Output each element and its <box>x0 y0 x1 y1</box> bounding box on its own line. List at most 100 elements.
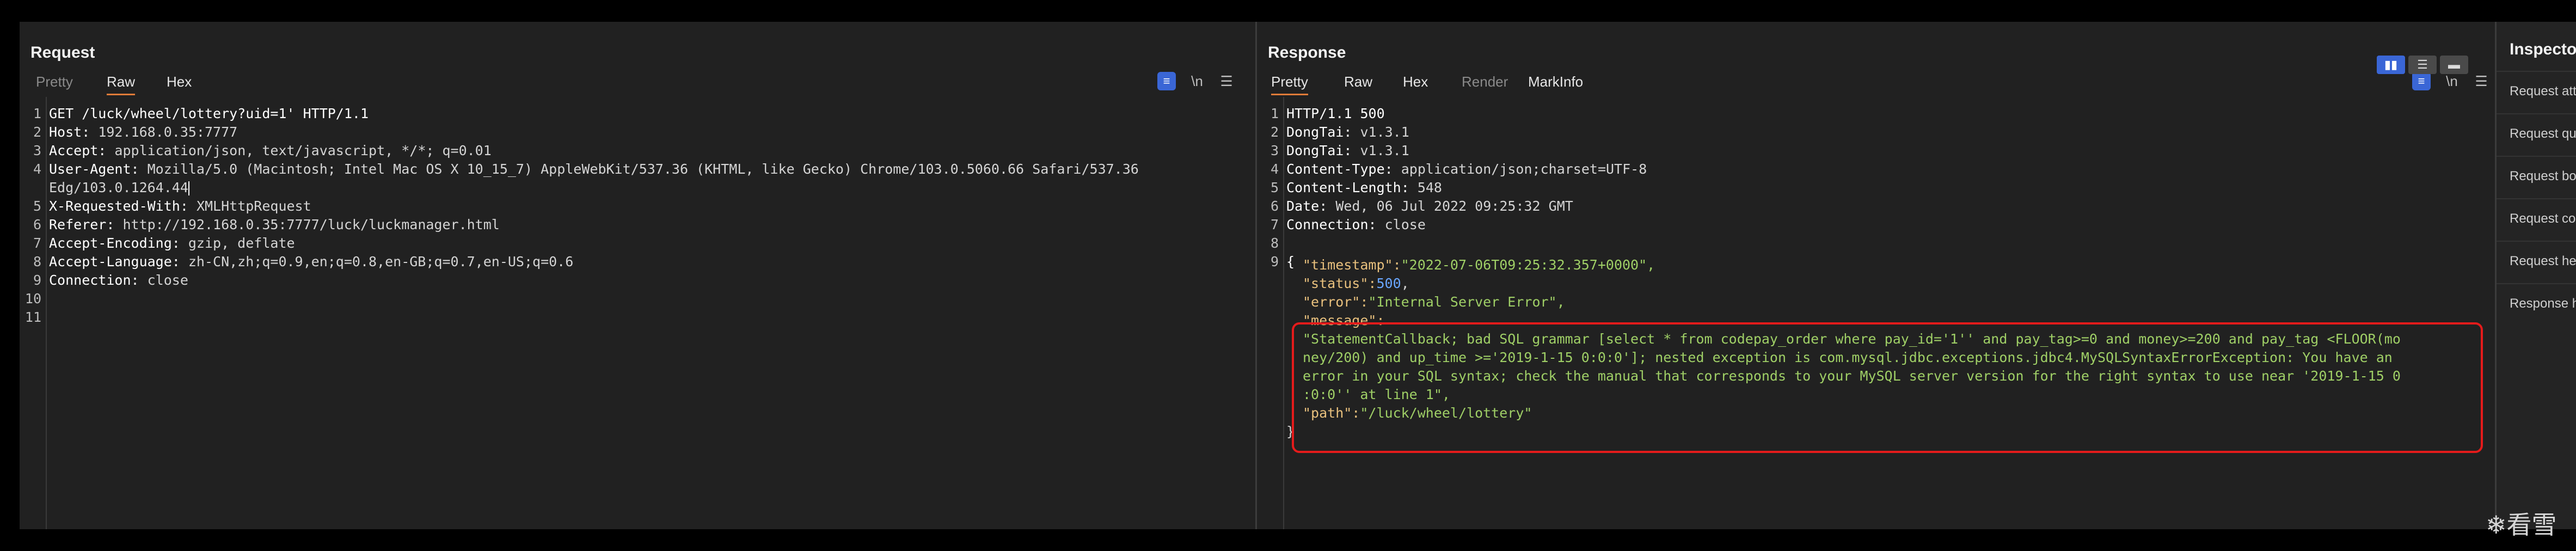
tab-response-render[interactable]: Render <box>1462 70 1508 94</box>
json-key: "error": <box>1303 294 1369 310</box>
inspector-item[interactable]: Request body parameters <box>2497 156 2576 198</box>
tab-response-pretty[interactable]: Pretty <box>1271 70 1308 95</box>
tab-request-pretty[interactable]: Pretty <box>36 70 73 94</box>
editor-line: DongTai: v1.3.1 <box>1286 124 1409 140</box>
json-message-line-4: :0:0'' at line 1", <box>1303 387 1450 402</box>
request-editor[interactable]: 1 2 3 4 5 6 7 8 9 10 11 GET /luck/wheel/lottery?ui… <box>20 97 1255 529</box>
json-close-brace: } <box>1286 424 1295 439</box>
line-number: 7 <box>1270 217 1279 232</box>
header-name: GET /luck/wheel/lottery?uid=1' HTTP/1.1 <box>49 106 369 121</box>
json-value: 500 <box>1376 276 1401 291</box>
json-value: "Internal Server Error", <box>1368 294 1565 310</box>
menu-icon[interactable]: ☰ <box>1217 72 1236 90</box>
header-name: Connection: <box>1286 217 1385 232</box>
request-pane: Request Pretty Raw Hex ≡ \n ☰ 1234567891… <box>20 22 1257 529</box>
editor-line: Accept: application/json, text/javascrip… <box>49 143 492 158</box>
header-value: zh-CN,zh;q=0.9,en;q=0.8,en-GB;q=0.7,en-U… <box>188 254 574 270</box>
header-value: http://192.168.0.35:7777/luck/luckmanage… <box>122 217 500 232</box>
editor-line: Edg/103.0.1264.44 <box>49 180 189 195</box>
inspector-item[interactable]: Request headers <box>2497 241 2576 283</box>
json-timestamp: "timestamp":"2022-07-06T09:25:32.357+000… <box>1303 257 1655 273</box>
header-name: HTTP/1.1 500 <box>1286 106 1385 121</box>
wrap-icon[interactable]: ≡ <box>1157 72 1176 90</box>
response-editor[interactable]: 123456789 HTTP/1.1 500 DongTai: v1.3.1 Don… <box>1257 97 2495 529</box>
line-number: 6 <box>33 217 41 232</box>
header-value: v1.3.1 <box>1360 143 1409 158</box>
editor-line: User-Agent: Mozilla/5.0 (Macintosh; Inte… <box>49 161 1139 177</box>
inspector-item[interactable]: Response headers <box>2497 283 2576 326</box>
header-value: Edg/103.0.1264.44 <box>49 180 188 195</box>
line-number: 9 <box>33 272 41 288</box>
json-status: "status":500, <box>1303 276 1409 291</box>
menu-icon[interactable]: ☰ <box>2472 72 2491 90</box>
header-name: Host: <box>49 124 99 140</box>
editor-line: GET /luck/wheel/lottery?uid=1' HTTP/1.1 <box>49 106 369 121</box>
inspector-item-label: Request cookies <box>2510 211 2576 226</box>
header-value: application/json;charset=UTF-8 <box>1401 161 1647 177</box>
newline-toggle[interactable]: \n <box>2443 72 2461 90</box>
tab-response-raw[interactable]: Raw <box>1344 70 1372 94</box>
header-name: Content-Length: <box>1286 180 1418 195</box>
inspector-item[interactable]: Request attributes <box>2497 71 2576 113</box>
editor-line: DongTai: v1.3.1 <box>1286 143 1409 158</box>
line-number: 4 <box>1270 161 1279 177</box>
inspector-item[interactable]: Request cookies <box>2497 198 2576 241</box>
tab-request-hex[interactable]: Hex <box>167 70 192 94</box>
header-value: close <box>1384 217 1426 232</box>
tab-response-hex[interactable]: Hex <box>1403 70 1428 94</box>
text-caret <box>188 181 189 195</box>
editor-line: Content-Type: application/json;charset=U… <box>1286 161 1647 177</box>
split-vertical-button[interactable]: ▮▮ <box>2377 56 2405 74</box>
header-name: DongTai: <box>1286 143 1360 158</box>
line-number: 2 <box>1270 124 1279 140</box>
json-key: "path": <box>1303 405 1360 421</box>
line-number: 8 <box>1270 235 1279 251</box>
line-number: 8 <box>33 254 41 270</box>
json-message-line-3: error in your SQL syntax; check the manu… <box>1303 368 2401 384</box>
line-number: 5 <box>1270 180 1279 195</box>
response-gutter: 1 2 3 4 5 6 7 8 9 <box>1257 97 1284 529</box>
json-message-key: "message": <box>1303 313 1385 328</box>
header-value: v1.3.1 <box>1360 124 1409 140</box>
inspector-item[interactable]: Request query parameters <box>2497 113 2576 156</box>
header-value: gzip, deflate <box>188 235 295 251</box>
wrap-icon[interactable]: ≡ <box>2412 72 2431 90</box>
editor-line: HTTP/1.1 500 <box>1286 106 1385 121</box>
header-value: close <box>147 272 188 288</box>
tab-request-raw[interactable]: Raw <box>107 70 136 95</box>
watermark-logo: ❄看雪 <box>2486 511 2557 539</box>
inspector-item-label: Request body parameters <box>2510 169 2576 183</box>
header-name: Content-Type: <box>1286 161 1401 177</box>
json-key: "message": <box>1303 313 1385 328</box>
json-value: "/luck/wheel/lottery" <box>1360 405 1532 421</box>
json-message-line-2: ney/200) and up_time >='2019-1-15 0:0:0'… <box>1303 350 2393 365</box>
editor-line: Accept-Language: zh-CN,zh;q=0.9,en;q=0.8… <box>49 254 573 270</box>
response-pane: Response Pretty Raw Hex Render MarkInfo … <box>1257 22 2497 529</box>
line-number: 10 <box>24 291 41 307</box>
header-value: application/json, text/javascript, */*; … <box>114 143 492 158</box>
newline-toggle[interactable]: \n <box>1188 72 1206 90</box>
inspector-item-label: Request query parameters <box>2510 126 2576 141</box>
line-number: 9 <box>1270 254 1279 270</box>
line-number: 4 <box>33 161 41 177</box>
header-value: Wed, 06 Jul 2022 09:25:32 GMT <box>1335 198 1573 214</box>
split-horizontal-button[interactable]: ☰ <box>2408 56 2437 74</box>
editor-line: X-Requested-With: XMLHttpRequest <box>49 198 311 214</box>
header-name: Accept-Encoding: <box>49 235 188 251</box>
inspector-item-label: Request headers <box>2510 254 2576 268</box>
line-number: 1 <box>33 106 41 121</box>
header-name: Referer: <box>49 217 123 232</box>
json-key: "status": <box>1303 276 1377 291</box>
inspector-title: Inspector <box>2510 40 2576 58</box>
request-tabs: Pretty Raw Hex <box>20 70 1255 96</box>
tabbed-layout-button[interactable]: ▬ <box>2440 56 2468 74</box>
header-name: Date: <box>1286 198 1336 214</box>
json-message-line-1: "StatementCallback; bad SQL grammar [sel… <box>1303 331 2401 347</box>
request-title: Request <box>30 44 95 62</box>
line-number: 3 <box>33 143 41 158</box>
editor-line: Date: Wed, 06 Jul 2022 09:25:32 GMT <box>1286 198 1573 214</box>
editor-line: Connection: close <box>49 272 188 288</box>
editor-line: { <box>1286 254 1295 270</box>
tab-response-markinfo[interactable]: MarkInfo <box>1528 70 1583 94</box>
editor-line: Referer: http://192.168.0.35:7777/luck/l… <box>49 217 500 232</box>
